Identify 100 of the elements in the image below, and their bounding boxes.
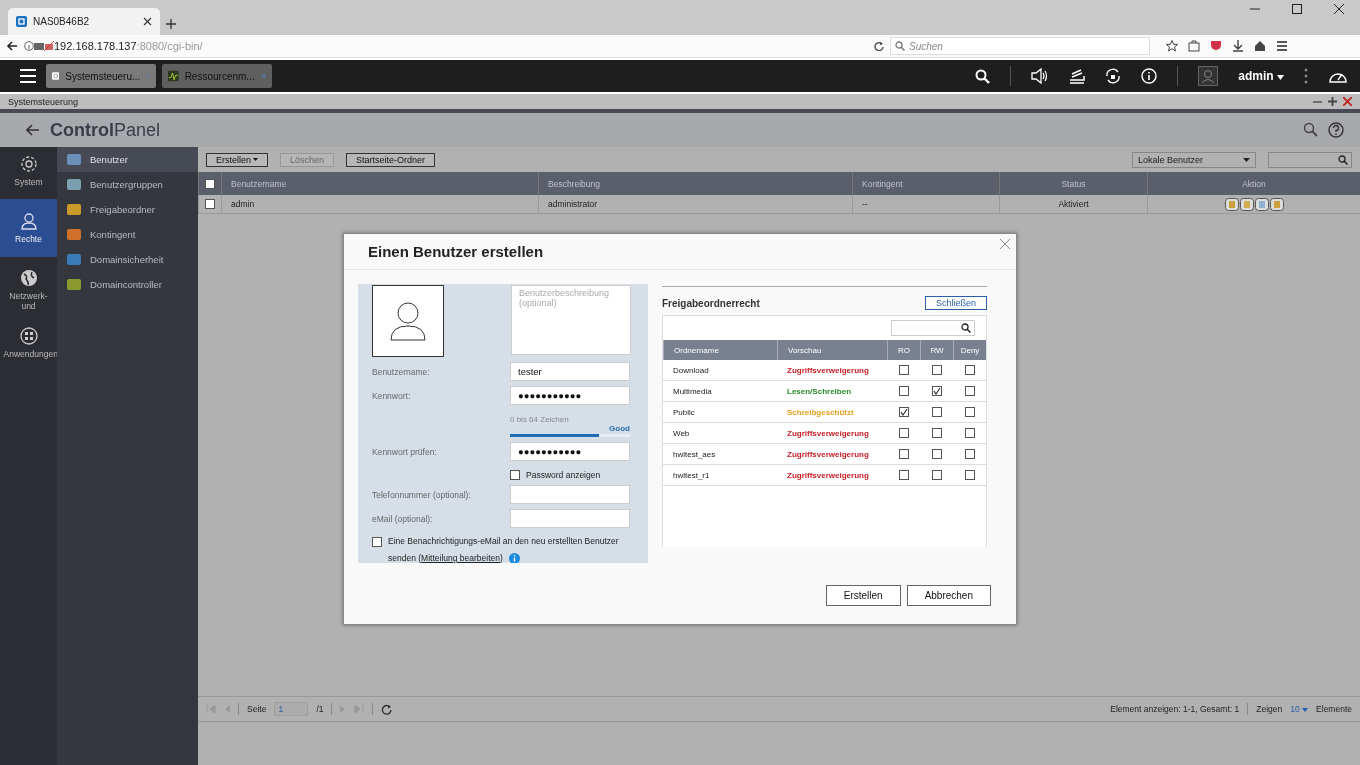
menu-item[interactable]: Benutzer (57, 147, 198, 172)
stack-icon[interactable] (1069, 68, 1086, 84)
checkbox[interactable] (898, 428, 909, 438)
globe-icon (19, 269, 38, 287)
dropdown-button[interactable]: Erstellen (206, 152, 268, 167)
refresh-icon[interactable] (381, 703, 393, 715)
hint-text: 0 bis 64 Zeichen (510, 415, 570, 424)
menu-item[interactable]: Freigabeordner (57, 197, 198, 222)
checkbox[interactable] (964, 365, 975, 375)
search-field[interactable]: Suchen (890, 37, 1150, 55)
checkbox[interactable] (931, 470, 942, 480)
new-tab-icon[interactable] (166, 19, 176, 29)
column-header: Aktion (1147, 172, 1360, 195)
checkbox[interactable] (931, 386, 942, 396)
menu-item[interactable]: Domainsicherheit (57, 247, 198, 272)
search-field[interactable] (891, 320, 975, 336)
nav-item[interactable]: Rechte (0, 199, 57, 257)
checkbox-label: Password anzeigen (526, 470, 601, 480)
speaker-icon[interactable] (1031, 68, 1050, 84)
checkbox[interactable] (898, 365, 909, 375)
table-cell: admin (221, 195, 538, 214)
maximize-icon[interactable] (1328, 97, 1337, 106)
input-field[interactable]: ●●●●●●●●●●● (510, 442, 630, 461)
input-field[interactable] (510, 509, 630, 528)
monitor-icon (168, 69, 179, 83)
column-header: Kontingent (852, 172, 999, 195)
url-field[interactable]: 192.168.178.137:8080/cgi-bin/ (54, 37, 874, 55)
app-logo-icon (16, 16, 27, 27)
items-label: Elemente (1316, 704, 1352, 714)
show-label: Zeigen (1256, 704, 1283, 714)
info-icon[interactable] (1141, 68, 1158, 84)
caret-icon (1277, 75, 1284, 80)
briefcase-icon[interactable] (1188, 40, 1200, 52)
checkbox[interactable] (898, 449, 909, 459)
checkbox[interactable] (372, 537, 382, 547)
menu-item[interactable]: Kontingent (57, 222, 198, 247)
app-title: ControlPanel (50, 119, 161, 141)
app-tab[interactable]: Systemsteueru... (46, 64, 156, 88)
user-menu[interactable]: admin (1238, 69, 1284, 83)
toolbar-button[interactable]: Startseite-Ordner (346, 152, 436, 167)
nav-item[interactable]: Anwendungen (0, 319, 57, 367)
search-icon[interactable] (975, 68, 991, 84)
menu-icon[interactable] (1276, 40, 1288, 52)
nav-item[interactable]: System (0, 147, 57, 195)
dialog-button[interactable]: Erstellen (825, 585, 901, 606)
home-icon[interactable] (1254, 40, 1266, 52)
notify-text: Eine Benachrichtigungs-eMail an den neu erstellten Benutzer senden (Mitteilung bearbeiten) (388, 535, 620, 563)
menu-item[interactable]: Benutzergruppen (57, 172, 198, 197)
checkbox[interactable] (931, 428, 942, 438)
more-icon[interactable] (1304, 68, 1308, 84)
user-icon (19, 212, 38, 230)
checkbox[interactable] (964, 407, 975, 417)
checkbox[interactable] (964, 386, 975, 396)
checkbox[interactable] (964, 428, 975, 438)
maximize-icon[interactable] (1292, 4, 1302, 14)
checkbox[interactable] (964, 470, 975, 480)
search-field[interactable] (1268, 151, 1352, 168)
checkbox[interactable] (931, 449, 942, 459)
info-icon (24, 41, 34, 51)
checkbox[interactable] (931, 365, 942, 375)
checkbox[interactable] (931, 407, 942, 417)
back-icon[interactable] (6, 40, 18, 52)
field-label: Kennwort: (372, 390, 412, 401)
checkbox[interactable] (898, 470, 909, 480)
column-header: RO (887, 340, 920, 360)
input-field[interactable] (510, 485, 630, 504)
filter-dropdown[interactable]: Lokale Benutzer (1132, 151, 1256, 168)
checkbox[interactable] (898, 386, 909, 396)
apps-icon (19, 327, 38, 345)
checkbox[interactable] (898, 407, 909, 417)
column-header: Ordnername (663, 340, 777, 360)
download-icon[interactable] (1232, 40, 1244, 52)
column-header: Benutzername (221, 172, 538, 195)
pocket-icon[interactable] (1210, 40, 1222, 52)
close-icon[interactable] (1334, 4, 1344, 14)
caret-icon (253, 158, 258, 161)
checkbox[interactable] (964, 449, 975, 459)
input-field[interactable]: ●●●●●●●●●●● (510, 386, 630, 405)
column-header: Vorschau (777, 340, 887, 360)
caret-icon (1243, 157, 1250, 162)
checkbox[interactable] (510, 470, 520, 480)
check-icon (899, 408, 908, 416)
avatar[interactable] (372, 285, 444, 357)
sync-icon[interactable] (1105, 68, 1122, 84)
checkbox[interactable] (205, 199, 215, 209)
search-icon (1338, 154, 1348, 165)
nav-item[interactable]: Netzwerk- und (0, 261, 57, 319)
dialog-button[interactable]: Abbrechen (906, 585, 991, 606)
browser-tab[interactable]: NAS0B46B2 (8, 8, 160, 35)
page-total: /1 (316, 704, 324, 714)
edit-message-link[interactable]: Mitteilung bearbeiten (421, 553, 500, 563)
help-icon[interactable] (1328, 122, 1344, 138)
input-field[interactable]: tester (510, 362, 630, 381)
checkbox[interactable] (205, 178, 215, 189)
gear-icon (19, 155, 38, 173)
close-icon[interactable] (143, 17, 152, 26)
menu-item[interactable]: Domaincontroller (57, 272, 198, 297)
close-button[interactable]: Schließen (924, 296, 987, 310)
star-icon[interactable] (1166, 40, 1178, 52)
reload-icon[interactable] (874, 41, 884, 51)
